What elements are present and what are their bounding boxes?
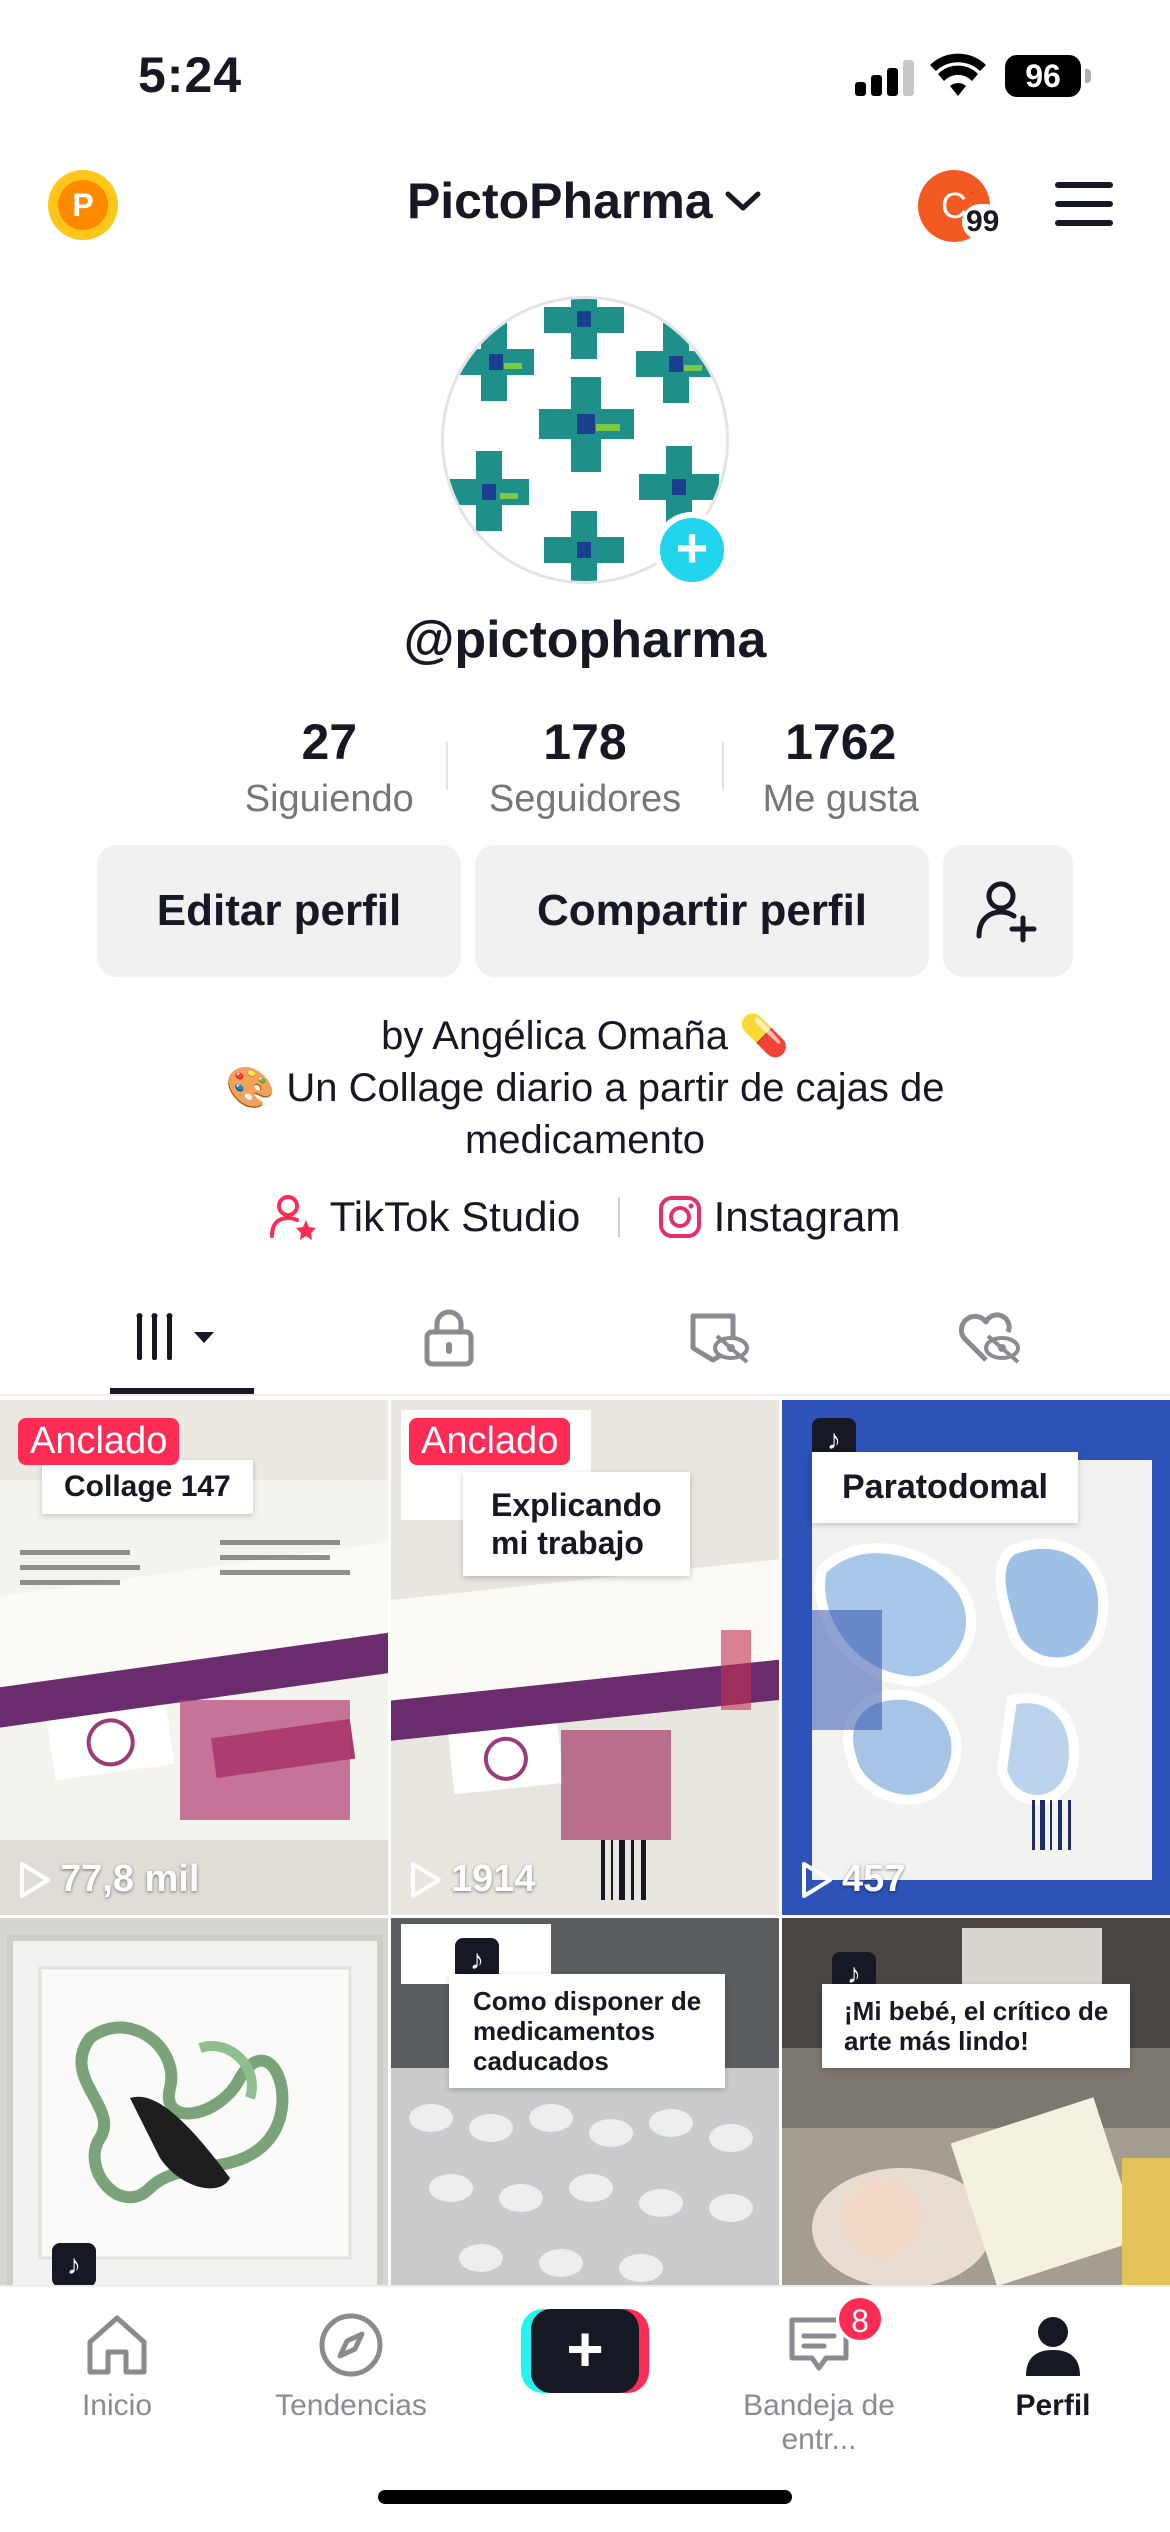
bio-line: 🎨 Un Collage diario a partir de cajas de [225, 1066, 945, 1110]
video-thumbnail[interactable]: ♪ Como disponer de medicamentos caducado… [391, 1918, 779, 2285]
tab-videos[interactable] [36, 1280, 328, 1396]
tiktok-studio-link[interactable]: TikTok Studio [269, 1193, 580, 1241]
tab-private[interactable] [303, 1280, 595, 1396]
share-profile-button[interactable]: Compartir perfil [475, 845, 929, 977]
account-name: PictoPharma [406, 173, 713, 229]
video-caption: Explicando mi trabajo [463, 1472, 690, 1576]
bio-line: by Angélica Omaña 💊 [381, 1014, 789, 1058]
tiktok-logo-icon: ♪ [52, 2243, 96, 2285]
stat-followers[interactable]: 178 Seguidores [459, 712, 712, 832]
inbox-badge: 8 [836, 2295, 884, 2343]
video-caption: Paratodomal [812, 1452, 1078, 1523]
profile-icon [1026, 2317, 1080, 2376]
nav-inbox[interactable]: Bandeja de entr... [702, 2307, 936, 2457]
bio-links: TikTok Studio Instagram [0, 1190, 1170, 1241]
profile-tabs [0, 1280, 1170, 1396]
video-caption: Como disponer de medicamentos caducados [449, 1974, 726, 2088]
instagram-icon [658, 1195, 701, 1238]
add-friends-button[interactable] [943, 845, 1073, 977]
wifi-icon [930, 53, 986, 96]
menu-icon[interactable] [1055, 182, 1113, 228]
grid-icon [136, 1313, 214, 1360]
video-thumbnail[interactable]: ♪ [0, 1918, 388, 2285]
status-bar: 5:24 96 [0, 0, 1170, 150]
chevron-down-icon [725, 191, 761, 211]
hidden-liked-icon [958, 1312, 1020, 1364]
create-button[interactable]: + [521, 2309, 649, 2393]
signal-icon [855, 60, 915, 96]
stat-divider [722, 742, 724, 790]
instagram-link[interactable]: Instagram [658, 1193, 900, 1241]
video-caption: ¡Mi bebé, el crítico de arte más lindo! [822, 1984, 1131, 2068]
pinned-badge: Anclado [409, 1418, 571, 1465]
home-icon [87, 2315, 147, 2375]
profile-stats: 27 Siguiendo 178 Seguidores 1762 Me gust… [200, 712, 970, 832]
home-indicator [378, 2490, 792, 2504]
bio-line: medicamento [464, 1118, 706, 1162]
framed-artwork [0, 1918, 388, 2285]
stat-following[interactable]: 27 Siguiendo [200, 712, 459, 832]
play-icon [411, 1861, 441, 1898]
plus-icon: + [531, 2309, 639, 2393]
tab-reposts[interactable] [574, 1280, 866, 1396]
username: @pictopharma [403, 611, 767, 669]
view-count: 1914 [409, 1858, 536, 1901]
add-photo-button[interactable]: + [654, 512, 730, 588]
pinned-badge: Anclado [18, 1418, 180, 1465]
nav-discover[interactable]: Tendencias [234, 2307, 468, 2423]
play-icon [20, 1861, 50, 1898]
add-user-icon [976, 881, 1037, 943]
video-caption: Collage 147 [42, 1460, 253, 1514]
view-count: 77,8 mil [18, 1858, 199, 1901]
lock-icon [424, 1309, 474, 1367]
tab-liked[interactable] [843, 1280, 1135, 1396]
video-thumbnail[interactable]: Collage 147 Anclado 77,8 mil [0, 1400, 388, 1915]
view-count: 457 [800, 1858, 905, 1901]
stat-likes[interactable]: 1762 Me gusta [711, 712, 970, 832]
studio-icon [269, 1194, 316, 1240]
play-icon [802, 1861, 832, 1898]
notification-count: 99 [962, 204, 1004, 240]
profile-header: P PictoPharma C 99 [0, 160, 1170, 250]
nav-profile[interactable]: Perfil [936, 2307, 1170, 2423]
bio: by Angélica Omaña 💊 🎨 Un Collage diario … [0, 1010, 1170, 1166]
battery-icon: 96 [1005, 55, 1091, 97]
video-grid: Collage 147 Anclado 77,8 mil Explicando … [0, 1400, 1170, 2285]
video-thumbnail[interactable]: ♪ Paratodomal 457 [782, 1400, 1170, 1915]
nav-home[interactable]: Inicio [0, 2307, 234, 2423]
active-tab-indicator [110, 1388, 254, 1394]
status-time: 5:24 [138, 47, 243, 103]
stat-divider [446, 742, 448, 790]
edit-profile-button[interactable]: Editar perfil [97, 845, 461, 977]
compass-icon [319, 2313, 383, 2377]
video-thumbnail[interactable]: Explicando mi trabajo Anclado 1914 [391, 1400, 779, 1915]
link-divider [617, 1196, 620, 1237]
video-thumbnail[interactable]: ♪ ¡Mi bebé, el crítico de arte más lindo… [782, 1918, 1170, 2285]
hidden-repost-icon [690, 1313, 749, 1364]
